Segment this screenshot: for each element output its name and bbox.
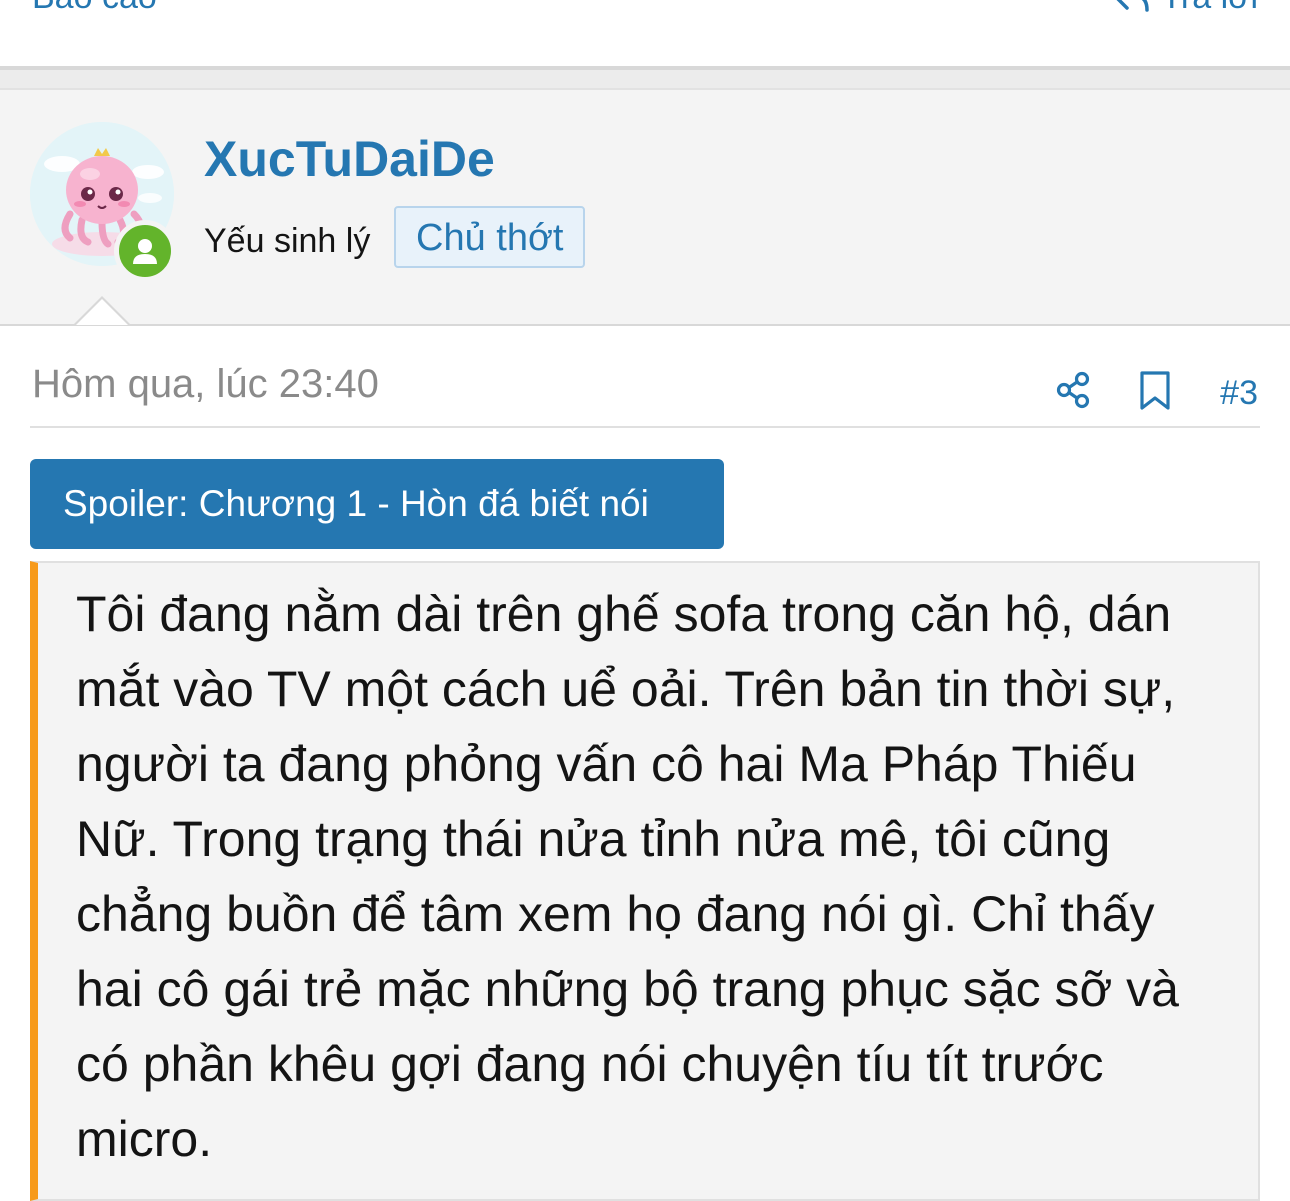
post-date-link[interactable]: Hôm qua, lúc 23:40 — [32, 362, 379, 407]
reply-icon — [1111, 0, 1151, 16]
previous-post-actions: Báo cáo Trả lời — [0, 0, 1290, 66]
meta-divider — [30, 426, 1260, 428]
thread-starter-badge: Chủ thớt — [394, 206, 586, 268]
reply-link[interactable]: Trả lời — [1111, 0, 1258, 17]
spoiler-content: Tôi đang nằm dài trên ghế sofa trong căn… — [30, 561, 1260, 1201]
reply-label: Trả lời — [1161, 0, 1258, 17]
spoiler-toggle-button[interactable]: Spoiler: Chương 1 - Hòn đá biết nói — [30, 459, 724, 549]
user-avatar[interactable] — [30, 122, 176, 282]
post-gap — [0, 70, 1290, 88]
share-icon[interactable] — [1054, 370, 1094, 415]
bookmark-icon[interactable] — [1138, 370, 1172, 417]
post-user-header: XucTuDaiDe Yếu sinh lý Chủ thớt — [0, 88, 1290, 326]
username-link[interactable]: XucTuDaiDe — [204, 130, 495, 188]
post-number-link[interactable]: #3 — [1220, 374, 1258, 413]
online-status-icon — [114, 220, 176, 282]
user-title: Yếu sinh lý — [204, 222, 371, 260]
report-link[interactable]: Báo cáo — [32, 0, 157, 17]
spoiler-text: Tôi đang nằm dài trên ghế sofa trong căn… — [76, 586, 1179, 1167]
